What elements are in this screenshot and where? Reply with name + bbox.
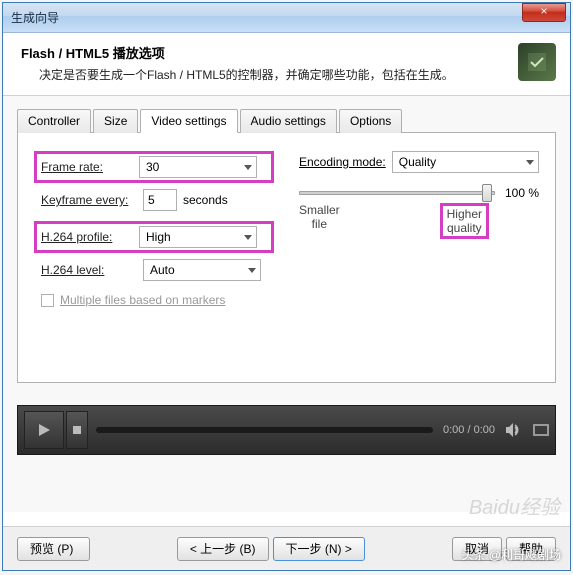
- fullscreen-button[interactable]: [533, 424, 549, 436]
- tab-size[interactable]: Size: [93, 109, 138, 133]
- keyframe-input[interactable]: 5: [143, 189, 177, 211]
- nav-button-group: < 上一步 (B) 下一步 (N) >: [177, 537, 365, 561]
- close-button[interactable]: ×: [522, 3, 566, 22]
- multi-files-label: Multiple files based on markers: [60, 293, 225, 307]
- frame-rate-dropdown[interactable]: 30: [139, 156, 257, 178]
- highlight-profile: H.264 profile: High: [34, 221, 274, 253]
- play-button[interactable]: [24, 411, 64, 449]
- profile-label: H.264 profile:: [41, 230, 139, 244]
- quality-percent: 100 %: [505, 186, 539, 200]
- multi-files-row: Multiple files based on markers: [41, 293, 294, 307]
- volume-icon: [505, 422, 525, 438]
- action-button-group: 取消 帮助: [452, 537, 556, 561]
- cancel-button[interactable]: 取消: [452, 537, 502, 561]
- preview-button[interactable]: 预览 (P): [17, 537, 90, 561]
- frame-rate-label: Frame rate:: [41, 160, 139, 174]
- profile-value: High: [146, 230, 171, 244]
- profile-dropdown[interactable]: High: [139, 226, 257, 248]
- level-value: Auto: [150, 263, 175, 277]
- time-display: 0:00 / 0:00: [443, 424, 495, 436]
- level-row: H.264 level: Auto: [41, 259, 294, 281]
- quality-slider[interactable]: [299, 191, 495, 195]
- close-icon: ×: [540, 4, 547, 18]
- volume-control[interactable]: [505, 422, 525, 438]
- slider-thumb[interactable]: [482, 184, 492, 202]
- titlebar: 生成向导 ×: [3, 3, 570, 33]
- header-title: Flash / HTML5 播放选项: [21, 43, 518, 62]
- video-player: 0:00 / 0:00: [17, 405, 556, 455]
- help-button[interactable]: 帮助: [506, 537, 556, 561]
- chevron-down-icon: [248, 268, 256, 273]
- watermark: Baidu经验: [469, 491, 560, 520]
- multi-files-checkbox[interactable]: [41, 294, 54, 307]
- encoding-value: Quality: [399, 155, 436, 169]
- header-desc: 决定是否要生成一个Flash / HTML5的控制器，并确定哪些功能，包括在生成…: [21, 66, 518, 83]
- keyframe-row: Keyframe every: 5 seconds: [41, 189, 294, 211]
- chevron-down-icon: [526, 160, 534, 165]
- tab-options[interactable]: Options: [339, 109, 402, 133]
- header: Flash / HTML5 播放选项 决定是否要生成一个Flash / HTML…: [3, 33, 570, 96]
- encoding-label: Encoding mode:: [299, 155, 386, 169]
- dialog-window: 生成向导 × Flash / HTML5 播放选项 决定是否要生成一个Flash…: [2, 2, 571, 571]
- chevron-down-icon: [244, 235, 252, 240]
- highlight-higher-quality: Higher quality: [440, 203, 489, 239]
- prev-button[interactable]: < 上一步 (B): [177, 537, 269, 561]
- tab-audio-settings[interactable]: Audio settings: [240, 109, 337, 133]
- keyframe-label: Keyframe every:: [41, 193, 143, 207]
- smaller-file-label: Smaller file: [299, 203, 340, 239]
- flash-icon: [518, 43, 556, 81]
- right-column: Encoding mode: Quality 100 % Sma: [299, 151, 539, 239]
- play-icon: [36, 422, 52, 438]
- keyframe-value: 5: [148, 193, 155, 207]
- window-title: 生成向导: [11, 9, 59, 26]
- frame-rate-value: 30: [146, 160, 159, 174]
- tab-video-settings[interactable]: Video settings: [140, 109, 237, 133]
- level-dropdown[interactable]: Auto: [143, 259, 261, 281]
- keyframe-unit: seconds: [183, 193, 228, 207]
- quality-slider-row: 100 %: [299, 183, 539, 203]
- level-label: H.264 level:: [41, 263, 143, 277]
- content: Controller Size Video settings Audio set…: [3, 96, 570, 512]
- stop-icon: [73, 426, 81, 434]
- chevron-down-icon: [244, 165, 252, 170]
- highlight-frame-rate: Frame rate: 30: [34, 151, 274, 183]
- encoding-dropdown[interactable]: Quality: [392, 151, 539, 173]
- stop-button[interactable]: [66, 411, 88, 449]
- tab-body: Frame rate: 30 Keyframe every: 5 seconds…: [17, 133, 556, 383]
- slider-labels: Smaller file Higher quality: [299, 203, 489, 239]
- tabs: Controller Size Video settings Audio set…: [17, 108, 556, 133]
- next-button[interactable]: 下一步 (N) >: [273, 537, 365, 561]
- encoding-row: Encoding mode: Quality: [299, 151, 539, 173]
- header-left: Flash / HTML5 播放选项 决定是否要生成一个Flash / HTML…: [21, 43, 518, 83]
- progress-bar[interactable]: [96, 427, 433, 433]
- footer: 预览 (P) < 上一步 (B) 下一步 (N) > 取消 帮助: [3, 526, 570, 570]
- left-column: Frame rate: 30 Keyframe every: 5 seconds…: [34, 151, 294, 307]
- tab-controller[interactable]: Controller: [17, 109, 91, 133]
